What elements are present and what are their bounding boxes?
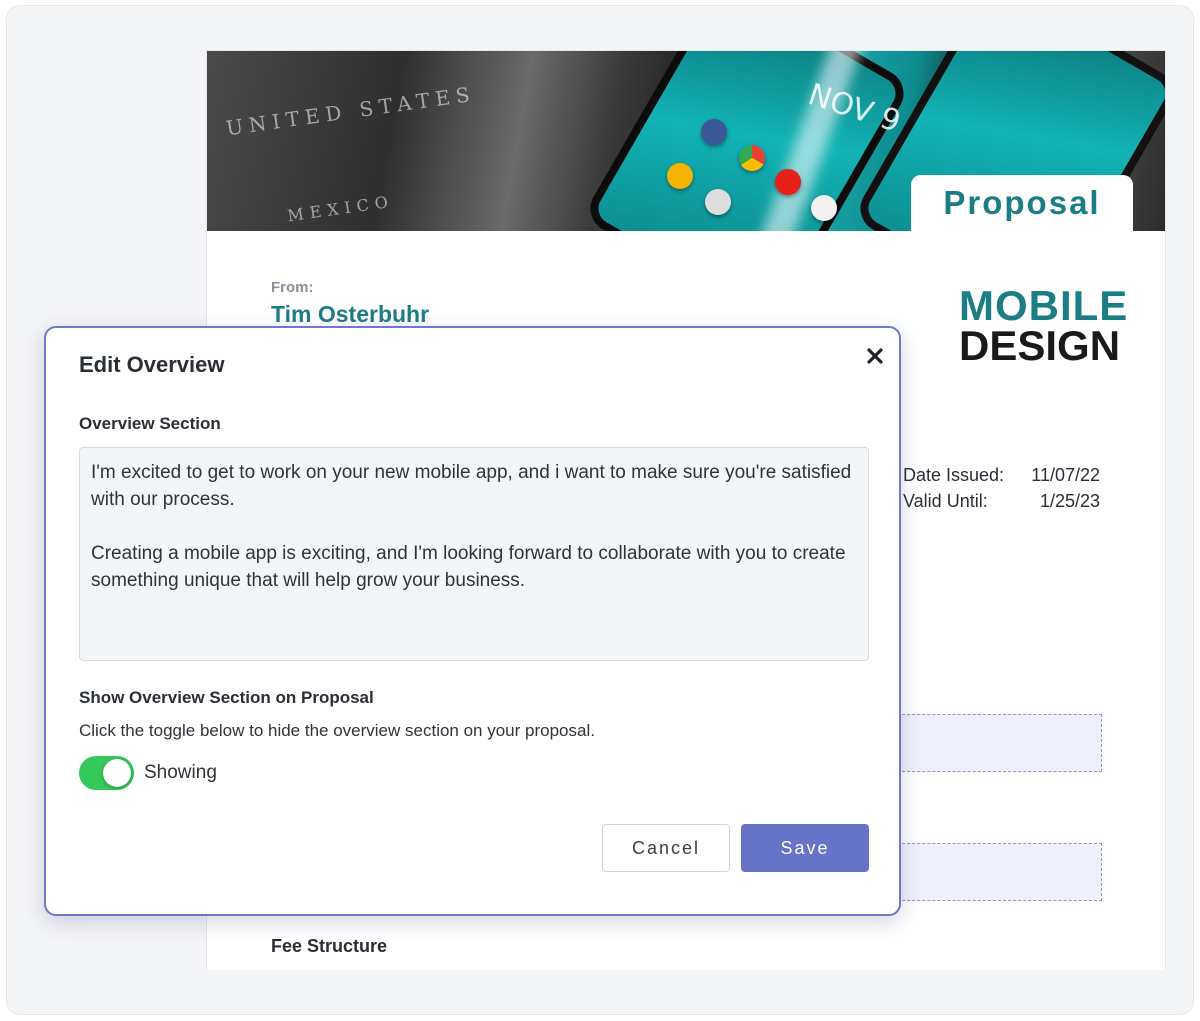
show-overview-label: Show Overview Section on Proposal	[79, 688, 374, 707]
section-placeholder-2[interactable]	[897, 843, 1102, 901]
toggle-state-label: Showing	[144, 762, 217, 783]
cancel-button[interactable]: Cancel	[602, 824, 730, 872]
valid-until-row: Valid Until: 1/25/23	[903, 488, 1100, 514]
map-label: UNITED STATES	[224, 81, 477, 141]
proposal-dates: Date Issued: 11/07/22 Valid Until: 1/25/…	[903, 462, 1100, 514]
valid-until-value: 1/25/23	[1039, 491, 1100, 511]
company-logo: MOBILE DESIGN	[959, 282, 1129, 369]
proposal-title: Proposal	[911, 175, 1133, 231]
date-issued-label: Date Issued:	[903, 465, 1005, 485]
date-issued-value: 11/07/22	[1031, 465, 1100, 485]
vsco-icon	[705, 189, 731, 215]
date-issued-row: Date Issued: 11/07/22	[903, 462, 1100, 488]
overview-textarea[interactable]: I'm excited to get to work on your new m…	[79, 447, 869, 661]
show-overview-description: Click the toggle below to hide the overv…	[79, 721, 595, 740]
youtube-icon	[775, 169, 801, 195]
map-label-mexico: MEXICO	[286, 191, 395, 226]
overview-section-label: Overview Section	[79, 414, 221, 433]
logo-line-1: MOBILE	[959, 282, 1129, 329]
fee-structure-heading: Fee Structure	[271, 936, 388, 956]
playmemories-icon	[667, 163, 693, 189]
hero-banner-image: UNITED STATES MEXICO NOV 9 Proposal	[207, 51, 1165, 231]
close-icon[interactable]	[864, 345, 886, 367]
from-name: Tim Osterbuhr	[271, 301, 430, 327]
edit-overview-modal: Edit Overview Overview Section I'm excit…	[44, 326, 901, 916]
toggle-knob	[103, 759, 131, 787]
logo-line-2: DESIGN	[959, 322, 1121, 369]
close-icon-glyph	[867, 348, 883, 364]
modal-title: Edit Overview	[79, 352, 225, 377]
gmail-icon	[811, 195, 837, 221]
from-label: From:	[271, 279, 314, 296]
facebook-icon	[701, 119, 727, 145]
show-overview-toggle[interactable]	[79, 756, 134, 790]
section-placeholder[interactable]	[897, 714, 1102, 772]
save-button[interactable]: Save	[741, 824, 869, 872]
valid-until-label: Valid Until:	[903, 491, 988, 511]
chrome-icon	[739, 145, 765, 171]
